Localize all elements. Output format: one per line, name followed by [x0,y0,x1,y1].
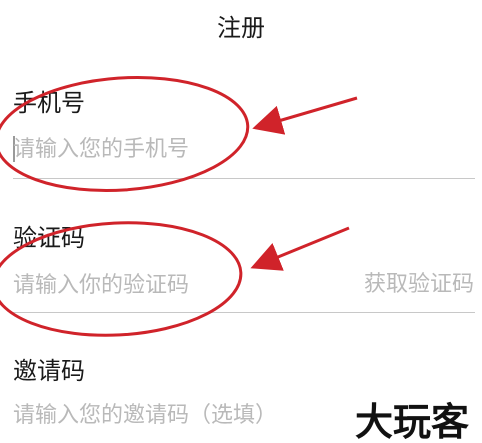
watermark-logo: 大玩客 [355,400,469,443]
phone-arrow-icon [252,96,358,135]
phone-highlight-ellipse [0,75,250,193]
code-arrow-icon [250,226,350,271]
annotation-overlay [0,75,358,337]
watermark-text: 大玩客 [355,400,469,443]
code-highlight-ellipse [0,221,243,337]
